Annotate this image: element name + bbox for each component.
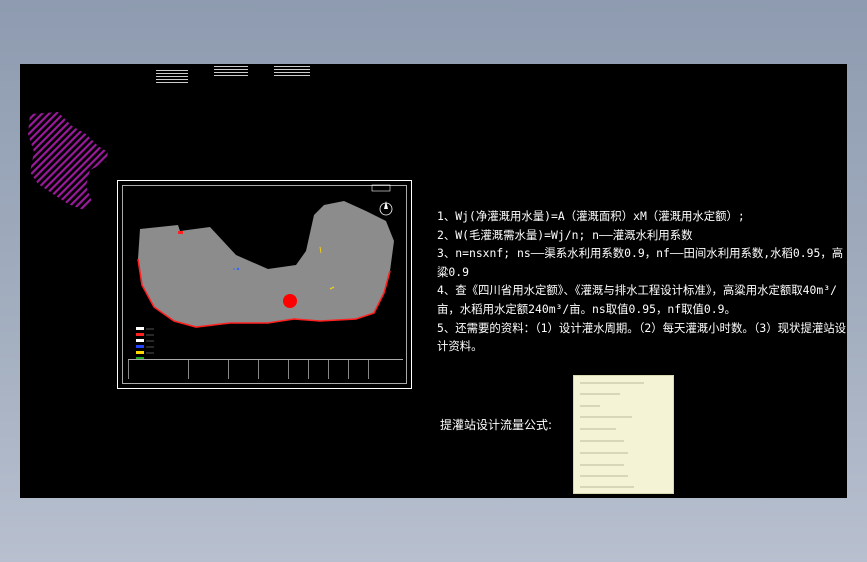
boundary-mark xyxy=(178,231,183,234)
formula-note-card[interactable] xyxy=(573,375,674,494)
title-block-cell xyxy=(368,360,404,379)
note-line-1: 1、Wj(净灌溉用水量)=A（灌溉面积）xM（灌溉用水定额）; xyxy=(437,209,745,223)
formula-label: 提灌站设计流量公式: xyxy=(440,418,553,432)
note-line-3: 3、n=nsxnf; ns——渠系水利用系数0.9，nf——田间水利用系数,水稻… xyxy=(437,246,844,279)
title-block-cell xyxy=(308,360,329,379)
drawing-sheet[interactable] xyxy=(117,180,412,389)
header-mark-2 xyxy=(214,66,248,78)
title-block-cell xyxy=(288,360,309,379)
pump-station-marker xyxy=(283,294,297,308)
title-block-cell xyxy=(328,360,349,379)
note-line-5: 5、还需要的资料：（1）设计灌水周期。（2）每天灌溉小时数。（3）现状提灌站设计… xyxy=(437,320,847,354)
title-block-cell xyxy=(258,360,289,379)
hatched-area-graphic xyxy=(28,112,108,210)
north-arrow-icon xyxy=(379,201,393,216)
title-block-cell xyxy=(128,360,189,379)
title-block-cell xyxy=(188,360,229,379)
title-block xyxy=(128,359,403,380)
header-mark-3 xyxy=(274,66,310,76)
title-block-cell xyxy=(348,360,369,379)
cad-model-viewport[interactable]: 1、Wj(净灌溉用水量)=A（灌溉面积）xM（灌溉用水定额）; 2、W(毛灌溉需… xyxy=(20,64,847,498)
design-notes: 1、Wj(净灌溉用水量)=A（灌溉面积）xM（灌溉用水定额）; 2、W(毛灌溉需… xyxy=(437,207,847,356)
note-line-4: 4、查《四川省用水定额》、《灌溉与排水工程设计标准》，高粱用水定额取40m³/亩… xyxy=(437,283,837,316)
note-line-2: 2、W(毛灌溉需水量)=Wj/n; n——灌溉水利用系数 xyxy=(437,227,693,242)
irrigation-area-map xyxy=(136,184,394,360)
title-block-cell xyxy=(228,360,259,379)
terrain-region xyxy=(138,201,394,327)
card-scribble-graphic xyxy=(580,382,644,488)
north-arrow-label-box xyxy=(371,184,391,192)
map-legend xyxy=(136,327,154,360)
header-mark-1 xyxy=(156,70,188,84)
